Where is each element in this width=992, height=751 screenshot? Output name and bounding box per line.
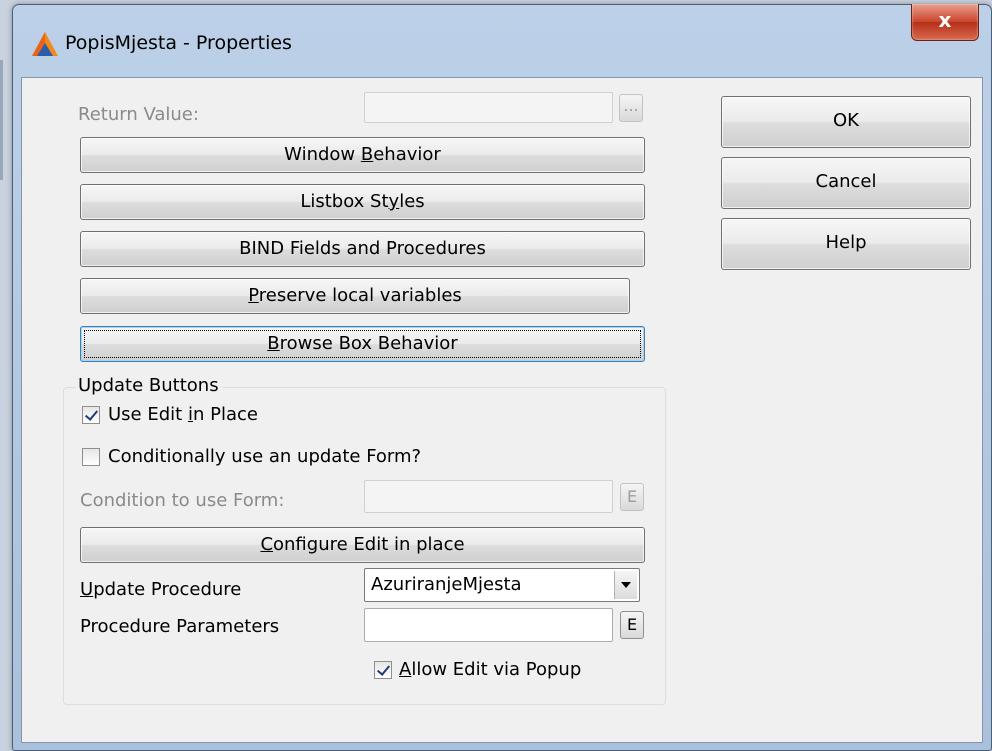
use-edit-in-place-label[interactable]: Use Edit in Place [108,404,258,426]
update-procedure-select[interactable]: AzuriranjeMjesta [364,568,640,602]
clarion-app-icon [32,32,58,56]
update-buttons-group-title: Update Buttons [76,375,223,397]
allow-edit-via-popup-label[interactable]: Allow Edit via Popup [399,659,581,681]
update-procedure-value: AzuriranjeMjesta [371,574,522,595]
expression-e-icon: E [626,615,638,634]
return-value-field [364,92,613,123]
allow-edit-via-popup-checkbox[interactable] [374,661,392,679]
dialog-client-area: Return Value: ... Window Behavior Listbo… [21,77,983,743]
close-icon: x [938,8,952,32]
expression-e-icon: E [626,487,638,506]
conditional-form-label[interactable]: Conditionally use an update Form? [108,446,421,468]
condition-to-use-form-label: Condition to use Form: [80,490,285,511]
help-button[interactable]: Help [721,218,971,270]
preserve-local-variables-button[interactable]: Preserve local variables [80,278,630,314]
update-procedure-label: Update Procedure [80,579,242,600]
window-title: PopisMjesta - Properties [65,32,292,54]
procedure-parameters-field[interactable] [364,608,613,642]
return-value-label: Return Value: [78,104,199,125]
return-value-lookup-button: ... [619,94,643,122]
properties-dialog: PopisMjesta - Properties x Return Value:… [12,4,992,751]
condition-expression-button: E [620,483,644,511]
window-behavior-button[interactable]: Window Behavior [80,137,645,173]
ok-button[interactable]: OK [721,96,971,148]
ellipsis-icon: ... [623,96,639,115]
close-button[interactable]: x [911,4,979,41]
procedure-parameters-expression-button[interactable]: E [620,611,644,639]
listbox-styles-button[interactable]: Listbox Styles [80,184,645,220]
bind-fields-button[interactable]: BIND Fields and Procedures [80,231,645,267]
use-edit-in-place-checkbox[interactable] [82,406,100,424]
conditional-form-checkbox[interactable] [82,448,100,466]
cancel-button[interactable]: Cancel [721,157,971,209]
procedure-parameters-label: Procedure Parameters [80,616,280,637]
browse-box-behavior-button[interactable]: Browse Box Behavior [80,326,645,362]
chevron-down-icon[interactable] [614,571,637,599]
configure-edit-in-place-button[interactable]: Configure Edit in place [80,527,645,563]
condition-to-use-form-field [364,480,613,513]
title-bar[interactable]: PopisMjesta - Properties x [13,4,991,81]
backdrop-edge [0,60,3,180]
